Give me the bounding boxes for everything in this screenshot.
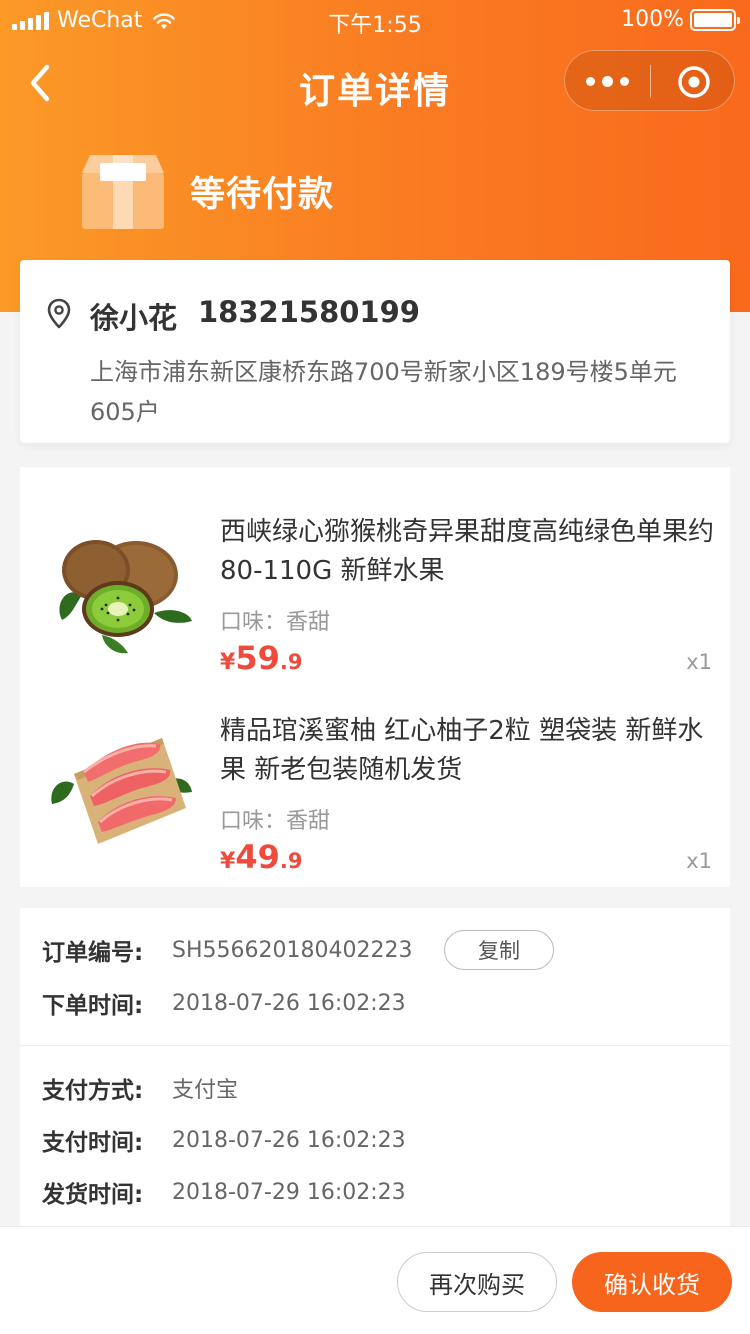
goods-price: ¥49.9 [220, 838, 302, 876]
address-card: 徐小花 18321580199 上海市浦东新区康桥东路700号新家小区189号楼… [20, 260, 730, 443]
currency-symbol: ¥ [220, 849, 236, 874]
order-number-value[interactable]: SH556620180402223 [172, 938, 412, 963]
battery-icon [690, 8, 740, 31]
pay-time-value: 2018-07-26 16:02:23 [172, 1127, 406, 1153]
goods-price: ¥59.9 [220, 639, 302, 677]
goods-quantity: x1 [686, 849, 712, 873]
more-button[interactable] [565, 51, 650, 112]
pay-method-row: 支付方式: 支付宝 [42, 1068, 238, 1108]
goods-quantity: x1 [686, 650, 712, 674]
battery-percent: 100% [621, 7, 684, 32]
package-box-icon [80, 151, 166, 231]
recipient-phone: 18321580199 [198, 295, 420, 329]
price-integer: 59 [235, 639, 280, 677]
bottom-action-bar: 再次购买 确认收货 [0, 1226, 750, 1334]
target-close-icon [677, 65, 710, 98]
recipient-name: 徐小花 [90, 301, 178, 335]
goods-title: 精品琯溪蜜柚 红心柚子2粒 塑袋装 新鲜水果 新老包装随机发货 [220, 716, 704, 785]
pay-method-value: 支付宝 [172, 1078, 239, 1103]
order-time-row: 下单时间: 2018-07-26 16:02:23 [42, 983, 406, 1023]
pay-time-label: 支付时间: [42, 1130, 144, 1156]
goods-item[interactable]: 西峡绿心猕猴桃奇异果甜度高纯绿色单果约80-110G 新鲜水果 口味：香甜 ¥5… [20, 487, 730, 677]
address-detail: 上海市浦东新区康桥东路700号新家小区189号楼5单元605户 [90, 358, 677, 426]
order-status: 等待付款 [80, 150, 334, 232]
copy-order-number-button[interactable]: 复制 [444, 930, 554, 970]
goods-card: 西峡绿心猕猴桃奇异果甜度高纯绿色单果约80-110G 新鲜水果 口味：香甜 ¥5… [20, 467, 730, 887]
ship-time-row: 发货时间: 2018-07-29 16:02:23 [42, 1172, 406, 1212]
location-pin-icon [47, 298, 71, 329]
info-divider [20, 1045, 730, 1046]
goods-spec: 口味：香甜 [220, 809, 331, 834]
price-decimal: .9 [279, 650, 303, 674]
buy-again-button[interactable]: 再次购买 [397, 1252, 557, 1312]
order-time-value: 2018-07-26 16:02:23 [172, 990, 406, 1016]
order-info-card: 订单编号: SH556620180402223 复制 下单时间: 2018-07… [20, 908, 730, 1238]
goods-spec: 口味：香甜 [220, 610, 331, 635]
goods-title: 西峡绿心猕猴桃奇异果甜度高纯绿色单果约80-110G 新鲜水果 [220, 517, 715, 586]
currency-symbol: ¥ [220, 650, 236, 675]
navigation-bar: 订单详情 [0, 48, 750, 118]
mini-program-capsule [564, 50, 735, 111]
order-number-row: 订单编号: SH556620180402223 [42, 930, 412, 970]
pay-method-label: 支付方式: [42, 1078, 144, 1104]
confirm-receipt-button[interactable]: 确认收货 [572, 1252, 732, 1312]
pomelo-fruit-image [51, 738, 192, 844]
order-time-label: 下单时间: [42, 993, 144, 1019]
ship-time-label: 发货时间: [42, 1182, 144, 1208]
ship-time-value: 2018-07-29 16:02:23 [172, 1179, 406, 1205]
order-number-label: 订单编号: [42, 940, 144, 966]
kiwi-fruit-image [59, 540, 192, 654]
goods-item[interactable]: 精品琯溪蜜柚 红心柚子2粒 塑袋装 新鲜水果 新老包装随机发货 口味：香甜 ¥4… [20, 686, 730, 876]
price-decimal: .9 [279, 849, 303, 873]
status-bar: WeChat 下午1:55 100% [0, 0, 750, 40]
close-mini-program-button[interactable] [651, 51, 736, 112]
more-dots-icon [586, 77, 595, 86]
status-right: 100% [621, 7, 740, 32]
pay-time-row: 支付时间: 2018-07-26 16:02:23 [42, 1120, 406, 1160]
price-integer: 49 [235, 838, 280, 876]
order-status-text: 等待付款 [190, 174, 335, 215]
